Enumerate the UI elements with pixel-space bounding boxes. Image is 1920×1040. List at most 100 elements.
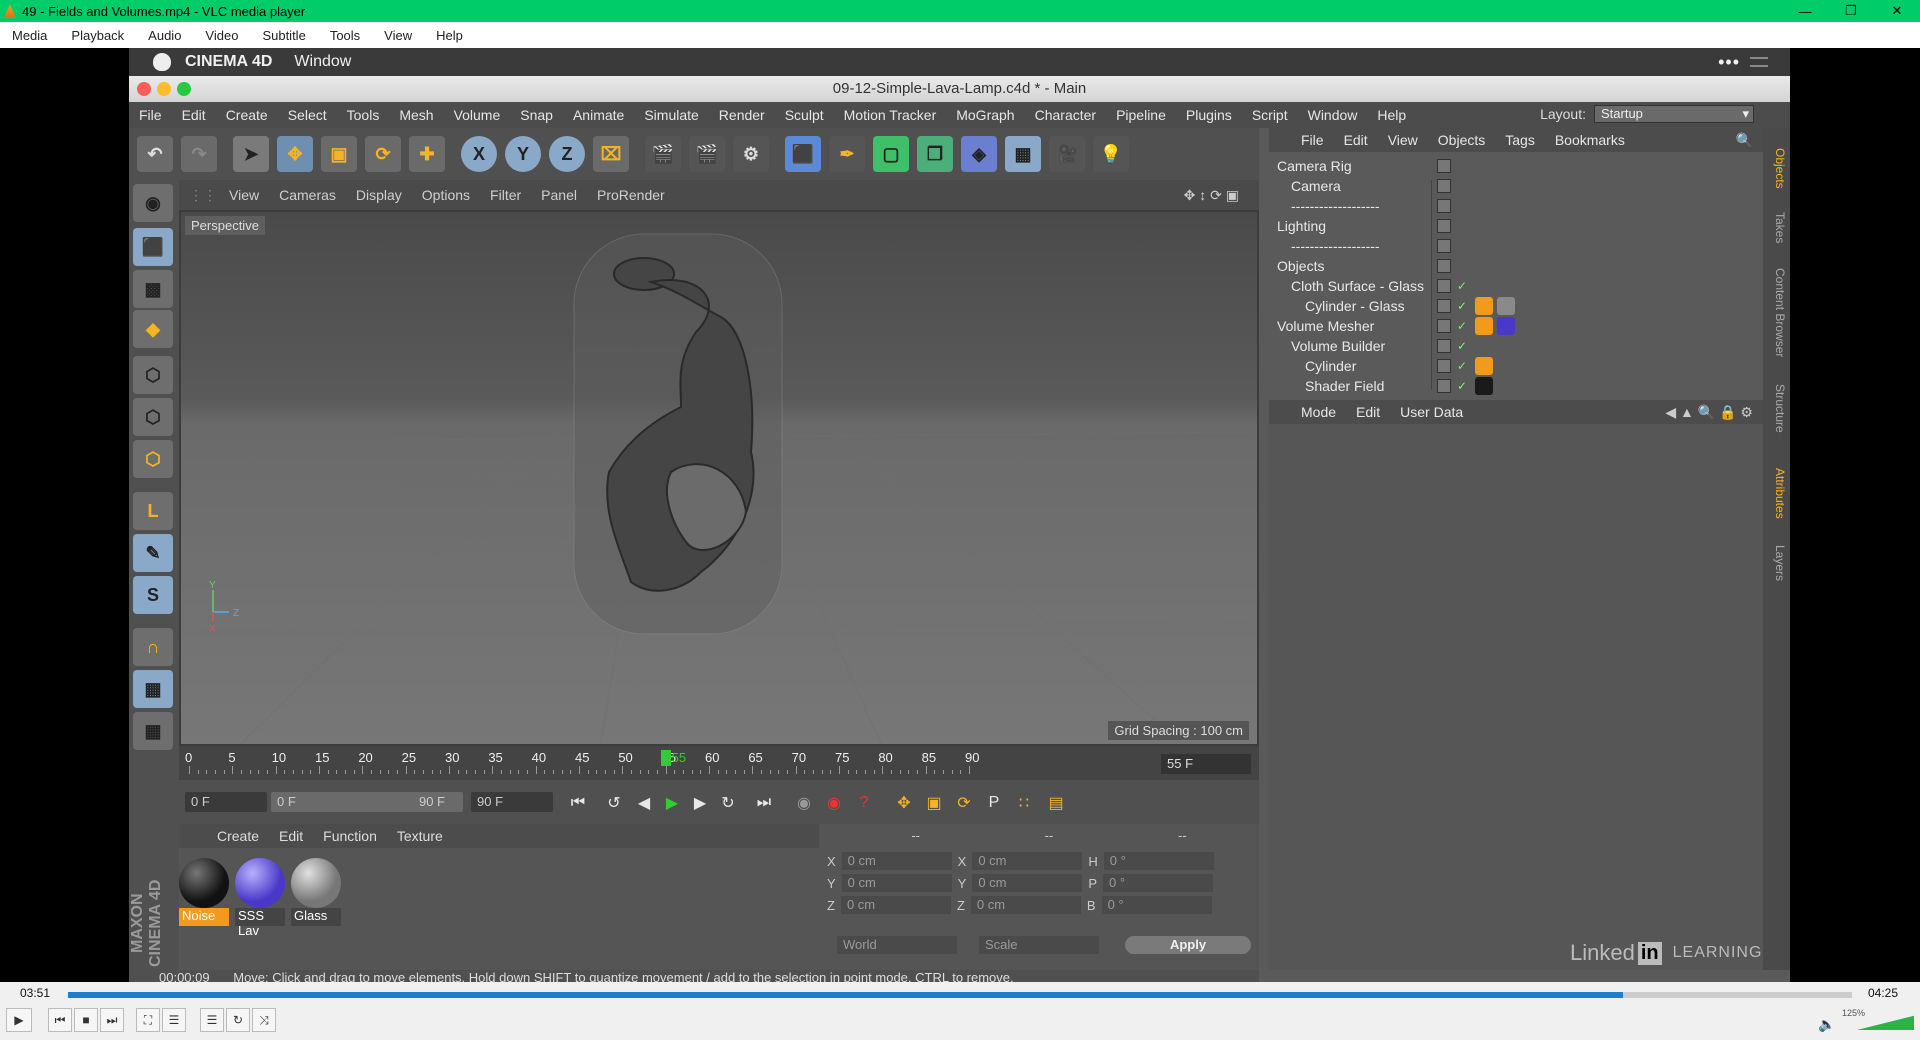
c4d-menu-mograph: MoGraph <box>956 107 1015 123</box>
restore-button[interactable]: ❐ <box>1828 0 1874 22</box>
timeline-tick <box>431 770 433 774</box>
make-editable-icon: ◉ <box>133 184 173 222</box>
c4d-menu-script: Script <box>1251 107 1288 123</box>
menu-view[interactable]: View <box>372 28 424 43</box>
timeline-tick <box>284 770 286 774</box>
c4d-menu-render: Render <box>718 107 765 123</box>
timeline-tick <box>596 770 598 774</box>
render-view-icon: 🎬 <box>645 136 681 172</box>
material-label: SSS Lav <box>235 908 285 938</box>
timeline-tick <box>657 770 658 774</box>
layout-selector: Layout: Startup ▾ <box>1540 105 1754 123</box>
timeline-ruler: 05101520253035404550556065707580859055 <box>185 748 979 778</box>
coord-field: 0 cm <box>970 896 1081 914</box>
vp-menu-options: Options <box>421 187 471 203</box>
timeline-tick-label: 60 <box>705 750 720 765</box>
timeline-tick <box>206 770 208 774</box>
minimize-button[interactable]: — <box>1782 0 1828 22</box>
extended-settings-button[interactable]: ☰ <box>162 1008 186 1032</box>
c4d-menu-plugins: Plugins <box>1185 107 1232 123</box>
keyframe-icon: ◉ <box>797 795 811 812</box>
material-glass: Glass <box>291 858 341 928</box>
loop-button[interactable]: ↻ <box>226 1008 250 1032</box>
menu-tools[interactable]: Tools <box>318 28 372 43</box>
stop-button[interactable]: ■ <box>74 1008 98 1032</box>
menu-video[interactable]: Video <box>193 28 250 43</box>
layout-label: Layout: <box>1540 106 1586 122</box>
shuffle-button[interactable]: ⤨ <box>252 1008 276 1032</box>
menu-media[interactable]: Media <box>0 28 59 43</box>
vp-menu-view: View <box>229 187 260 203</box>
timeline-tick <box>865 770 866 774</box>
menu-help[interactable]: Help <box>424 28 475 43</box>
axis-mode-icon: L <box>133 492 173 530</box>
c4d-menu-animate: Animate <box>572 107 625 123</box>
fullscreen-button[interactable]: ⛶ <box>136 1008 160 1032</box>
timeline-tick <box>232 766 234 774</box>
object-name: Objects <box>1277 258 1325 274</box>
enabled-check-icon: ✓ <box>1457 299 1468 313</box>
timeline-tick <box>544 770 546 774</box>
coord-row-z: Z 0 cm Z 0 cm B 0 ° <box>827 896 1218 914</box>
next-button[interactable]: ⏭ <box>100 1008 124 1032</box>
coord-field: 0 ° <box>1103 852 1214 870</box>
object-name: Camera Rig <box>1277 158 1352 174</box>
pen-icon: ✒ <box>829 136 865 172</box>
deformer-icon: ◈ <box>961 136 997 172</box>
timeline-tick <box>379 770 381 774</box>
c4d-title-bar: 09-12-Simple-Lava-Lamp.c4d * - Main <box>129 76 1790 102</box>
object-name: Camera <box>1291 178 1341 194</box>
grip-icon: ⋮⋮ <box>189 186 217 203</box>
z-axis-icon: Z <box>549 136 585 172</box>
playlist-button[interactable]: ☰ <box>200 1008 224 1032</box>
start-frame-field: 0 F <box>185 792 267 812</box>
window-title: 49 - Fields and Volumes.mp4 - VLC media … <box>22 3 306 19</box>
menu-playback[interactable]: Playback <box>59 28 136 43</box>
visibility-icon <box>1437 159 1451 173</box>
play-button[interactable]: ▶ <box>6 1008 32 1032</box>
minimize-dot-icon <box>157 82 171 96</box>
coord-field: 0 cm <box>840 896 951 914</box>
object-name: ------------------- <box>1291 198 1380 214</box>
world-dropdown: World <box>837 936 957 954</box>
object-name: Shader Field <box>1305 378 1385 394</box>
mat-menu-edit: Edit <box>279 828 304 844</box>
timeline-tick <box>917 770 918 774</box>
mac-menu-bar: CINEMA 4D Window ••• <box>129 48 1790 76</box>
visibility-icon <box>1437 199 1451 213</box>
range-slider: 0 F 90 F <box>271 792 463 812</box>
layout-value: Startup <box>1601 106 1643 121</box>
c4d-menu-select: Select <box>287 107 327 123</box>
move-tool-icon: ✥ <box>277 136 313 172</box>
attribute-menu: Mode Edit User Data ◀ ▲ 🔍 🔒 ⚙ <box>1269 400 1763 424</box>
object-row: Cloth Surface - Glass ✓ <box>1269 276 1763 296</box>
column-divider <box>1431 180 1432 390</box>
mac-app-name: CINEMA 4D <box>185 53 273 70</box>
volume-slider[interactable] <box>1840 1012 1914 1030</box>
coord-system-icon: ⌧ <box>593 136 629 172</box>
coord-header-size: -- <box>1044 828 1054 843</box>
tweak-mode-icon: ✎ <box>133 534 173 572</box>
timeline-tick-label: 15 <box>315 750 330 765</box>
c4d-menu-file: File <box>139 107 162 123</box>
coord-row-x: X 0 cm X 0 cm H 0 ° <box>827 852 1220 870</box>
timeline-tick <box>882 766 884 774</box>
tab-takes: Takes <box>1773 212 1787 244</box>
y-axis-icon: Y <box>505 136 541 172</box>
close-button[interactable]: ✕ <box>1874 0 1920 22</box>
svg-text:X: X <box>209 624 216 635</box>
seek-bar[interactable] <box>68 992 1852 998</box>
timeline-tick <box>371 770 372 774</box>
timeline-tick-label: 85 <box>921 750 937 765</box>
timeline-tick <box>873 770 875 774</box>
timeline-tick <box>951 770 953 774</box>
prev-key-icon: ↺ <box>607 795 621 812</box>
timeline-tick <box>795 766 797 774</box>
timeline-tick-label: 40 <box>531 750 547 765</box>
timeline-tick <box>899 770 901 774</box>
timeline-tick <box>856 770 858 774</box>
menu-audio[interactable]: Audio <box>136 28 193 43</box>
speaker-icon[interactable]: 🔈 <box>1818 1016 1835 1033</box>
menu-subtitle[interactable]: Subtitle <box>250 28 317 43</box>
previous-button[interactable]: ⏮ <box>48 1008 72 1032</box>
